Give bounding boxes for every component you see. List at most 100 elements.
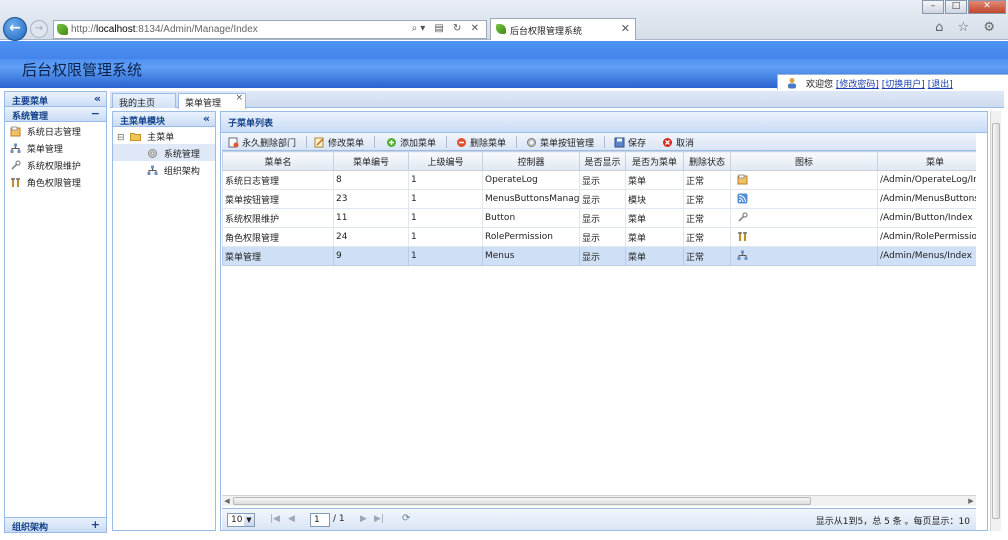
tree-node-system-management[interactable]: 系统管理 <box>113 144 215 161</box>
menu-tree-title: 主菜单模块 <box>120 117 166 127</box>
edit-menu-button[interactable]: 修改菜单 <box>314 136 364 149</box>
permanent-delete-button[interactable]: 永久删除部门 <box>228 136 296 149</box>
wrench-icon <box>738 212 748 222</box>
cell-url: /Admin/MenusButtons <box>877 189 976 209</box>
tree-toggle-icon[interactable]: ⊟ <box>117 133 125 143</box>
toolbar-separator <box>446 136 447 148</box>
close-window-button[interactable]: ✕ <box>968 0 1006 14</box>
expand-group-icon[interactable]: + <box>91 518 100 531</box>
tab-menu-management[interactable]: 菜单管理 × <box>178 93 246 109</box>
add-menu-button[interactable]: 添加菜单 <box>386 136 436 149</box>
change-password-link[interactable]: [修改密码] <box>836 80 879 90</box>
main-menu-title: 主要菜单 <box>12 97 49 107</box>
accordion-system-management[interactable]: 系统管理 − <box>5 107 106 122</box>
cell-show: 显示 <box>579 227 626 247</box>
tree-node-organization[interactable]: 组织架构 <box>113 161 215 178</box>
scroll-right-icon[interactable]: ▶ <box>966 496 976 506</box>
column-header[interactable]: 菜单名 <box>222 151 334 171</box>
prev-page-icon[interactable]: ◀ <box>288 514 295 524</box>
submenu-grid-panel: 子菜单列表 永久删除部门 修改菜单 添加菜单 删除菜单 菜单按钮管理 保存 取消 <box>220 111 988 531</box>
collapse-left-icon[interactable]: « <box>94 92 101 105</box>
grid-pager: 10 ▼ |◀ ◀ 1 / 1 ▶ ▶| ⟳ 显示从1到5，总 5 条 。每页显… <box>222 508 976 530</box>
scrollbar-thumb[interactable] <box>992 123 1000 519</box>
scroll-left-icon[interactable]: ◀ <box>222 496 232 506</box>
save-icon <box>614 137 625 148</box>
toolbar-separator <box>306 136 307 148</box>
collapse-group-icon[interactable]: − <box>91 107 100 120</box>
welcome-text: 欢迎您 <box>806 80 834 90</box>
address-controls[interactable]: ⌕▾ ▤ ↻ ✕ <box>412 23 482 34</box>
page-number-input[interactable]: 1 <box>310 513 330 527</box>
column-header[interactable]: 删除状态 <box>683 151 731 171</box>
banner-decoration <box>0 41 1008 59</box>
minimize-button[interactable]: – <box>922 0 944 14</box>
browser-toolbar-icons[interactable]: ⌂ ☆ ⚙ <box>935 20 1000 35</box>
forward-button[interactable]: → <box>30 20 48 38</box>
column-header[interactable]: 上级编号 <box>408 151 483 171</box>
logout-link[interactable]: [退出] <box>928 80 953 90</box>
accordion-organization[interactable]: 组织架构 + <box>5 517 106 533</box>
tools-icon <box>738 232 747 241</box>
refresh-icon[interactable]: ⟳ <box>402 513 410 524</box>
address-bar[interactable]: http://localhost:8134/Admin/Manage/Index… <box>53 20 487 39</box>
toolbar-separator <box>604 136 605 148</box>
table-row[interactable]: 角色权限管理 24 1 RolePermission 显示 菜单 正常 /Adm… <box>222 227 976 247</box>
cell-show: 显示 <box>579 208 626 228</box>
cell-url: /Admin/RolePermission <box>877 227 976 247</box>
address-url[interactable]: http://localhost:8134/Admin/Manage/Index <box>71 24 258 35</box>
next-page-icon[interactable]: ▶ <box>360 514 367 524</box>
chevron-down-icon[interactable]: ▼ <box>244 514 254 526</box>
cell-controller: RolePermission <box>482 227 580 247</box>
column-header[interactable]: 是否显示 <box>579 151 626 171</box>
column-header[interactable]: 菜单编号 <box>333 151 409 171</box>
menu-item-menus[interactable]: 菜单管理 <box>5 139 106 156</box>
browser-tab-close-icon[interactable]: ✕ <box>621 22 630 35</box>
scrollbar-thumb[interactable] <box>233 497 811 505</box>
browser-tab[interactable]: 后台权限管理系统 ✕ <box>490 18 636 40</box>
browser-chrome: ← → http://localhost:8134/Admin/Manage/I… <box>0 0 1008 41</box>
gear-icon <box>148 149 157 158</box>
cell-name: 菜单管理 <box>222 246 334 266</box>
menu-item-permissions[interactable]: 系统权限维护 <box>5 156 106 173</box>
cell-name: 系统权限维护 <box>222 208 334 228</box>
switch-user-link[interactable]: [切换用户] <box>882 80 925 90</box>
column-header[interactable]: 菜单 <box>877 151 976 171</box>
accordion-title: 系统管理 <box>12 112 49 122</box>
menu-buttons-management-button[interactable]: 菜单按钮管理 <box>526 136 594 149</box>
cell-id: 23 <box>333 189 409 209</box>
table-row[interactable]: 系统权限维护 11 1 Button 显示 菜单 正常 /Admin/Butto… <box>222 208 976 228</box>
column-header[interactable]: 是否为菜单 <box>625 151 684 171</box>
cell-is-menu: 菜单 <box>625 170 684 190</box>
sitemap-icon <box>10 143 21 153</box>
last-page-icon[interactable]: ▶| <box>374 514 384 524</box>
tab-close-icon[interactable]: × <box>235 93 243 103</box>
table-header-row: 菜单名 菜单编号 上级编号 控制器 是否显示 是否为菜单 删除状态 图标 菜单 <box>222 151 976 171</box>
column-header[interactable]: 图标 <box>730 151 878 171</box>
table-row[interactable]: 菜单按钮管理 23 1 MenusButtonsManag 显示 模块 正常 /… <box>222 189 976 209</box>
cell-id: 24 <box>333 227 409 247</box>
maximize-button[interactable]: □ <box>945 0 967 14</box>
menu-item-roles[interactable]: 角色权限管理 <box>5 173 106 190</box>
delete-menu-button[interactable]: 删除菜单 <box>456 136 506 149</box>
back-button[interactable]: ← <box>3 17 27 41</box>
grid-horizontal-scrollbar[interactable]: ◀ ▶ <box>222 495 976 506</box>
tree-node-root[interactable]: ⊟ 主菜单 <box>113 127 215 144</box>
page-size-select[interactable]: 10 ▼ <box>227 513 255 527</box>
cell-is-menu: 菜单 <box>625 208 684 228</box>
cell-status: 正常 <box>683 170 731 190</box>
tab-my-home[interactable]: 我的主页 <box>112 93 176 109</box>
main-menu-header: 主要菜单 « <box>5 92 106 107</box>
column-header[interactable]: 控制器 <box>482 151 580 171</box>
cell-status: 正常 <box>683 246 731 266</box>
toolbar-separator <box>374 136 375 148</box>
table-row[interactable]: 系统日志管理 8 1 OperateLog 显示 菜单 正常 /Admin/Op… <box>222 170 976 190</box>
user-bar: 欢迎您 [修改密码] [切换用户] [退出] <box>777 74 1008 90</box>
menu-item-label: 角色权限管理 <box>26 179 81 189</box>
page-vertical-scrollbar[interactable] <box>990 111 1001 531</box>
first-page-icon[interactable]: |◀ <box>270 514 280 524</box>
menu-item-log[interactable]: 系统日志管理 <box>5 122 106 139</box>
save-button[interactable]: 保存 <box>614 136 646 149</box>
cancel-button[interactable]: 取消 <box>662 136 694 149</box>
collapse-tree-icon[interactable]: « <box>203 112 210 125</box>
table-row-selected[interactable]: 菜单管理 9 1 Menus 显示 菜单 正常 /Admin/Menus/Ind… <box>222 246 976 266</box>
